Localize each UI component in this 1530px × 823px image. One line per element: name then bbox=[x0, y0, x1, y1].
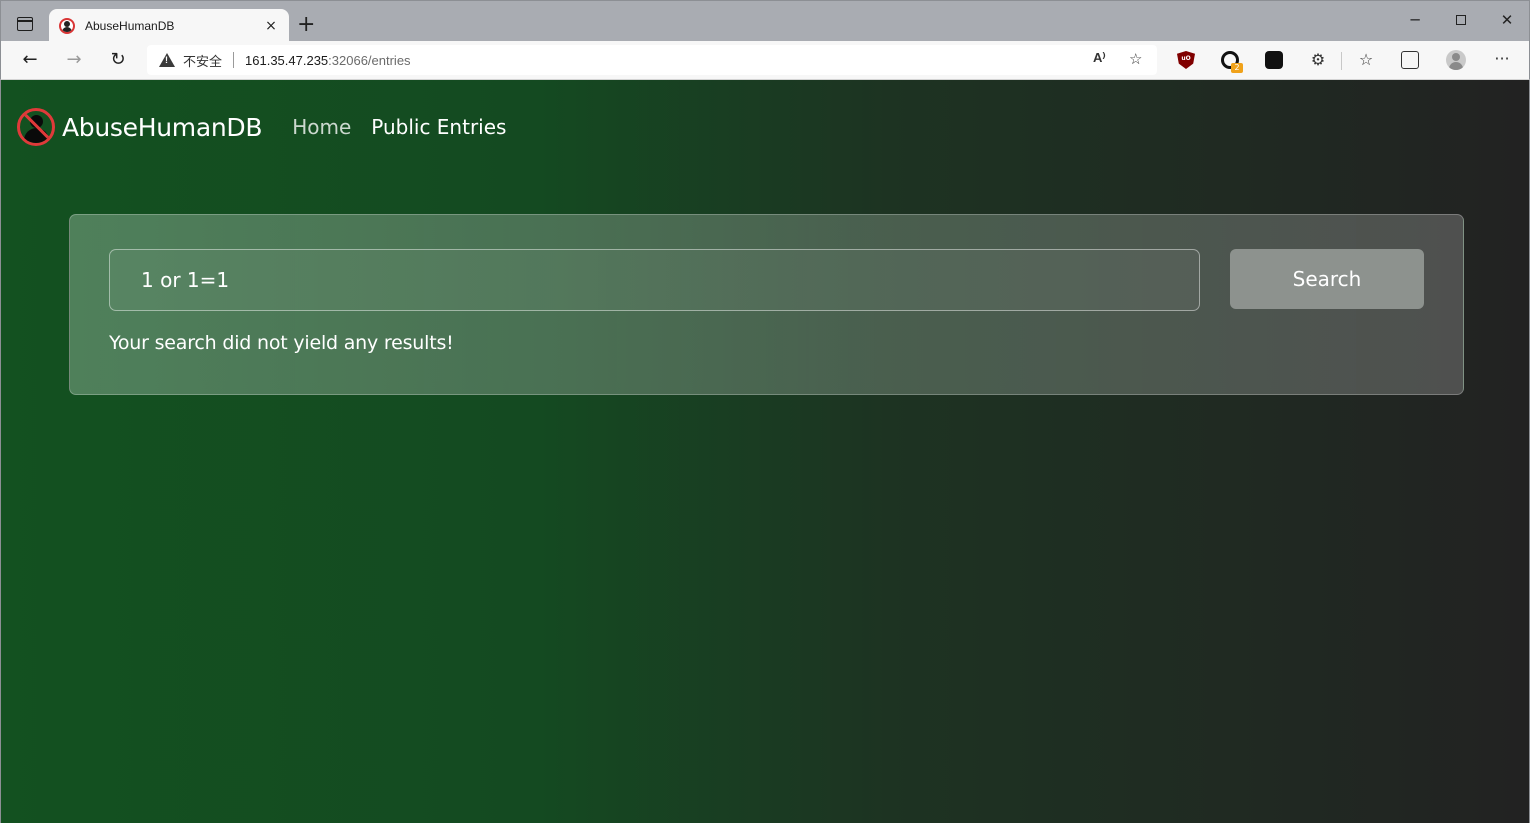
reload-button[interactable]: ↻ bbox=[106, 49, 130, 71]
brand-name[interactable]: AbuseHumanDB bbox=[62, 113, 262, 142]
back-button[interactable]: ← bbox=[18, 49, 42, 71]
warning-icon[interactable] bbox=[159, 53, 175, 67]
toolbar-divider bbox=[1341, 52, 1342, 70]
address-divider bbox=[233, 52, 235, 68]
tab-actions-icon[interactable] bbox=[17, 17, 33, 31]
favorites-icon[interactable]: ☆ bbox=[1357, 51, 1375, 69]
extensions-puzzle-icon[interactable]: ⚙ bbox=[1309, 51, 1327, 69]
nav-link-home[interactable]: Home bbox=[292, 115, 351, 139]
search-button[interactable]: Search bbox=[1230, 249, 1424, 309]
nav-link-public-entries[interactable]: Public Entries bbox=[371, 115, 506, 139]
maximize-icon bbox=[1456, 15, 1466, 25]
collections-icon[interactable] bbox=[1401, 51, 1419, 69]
window-close-button[interactable]: ✕ bbox=[1492, 11, 1522, 29]
site-navbar: AbuseHumanDB Home Public Entries bbox=[17, 108, 506, 146]
search-input[interactable] bbox=[109, 249, 1200, 311]
search-card: Search Your search did not yield any res… bbox=[69, 214, 1464, 395]
url-host[interactable]: 161.35.47.235 bbox=[245, 53, 328, 68]
browser-toolbar: ← → ↻ 不安全 161.35.47.235:32066/entries A⁾… bbox=[0, 41, 1530, 80]
tab-close-icon[interactable]: × bbox=[263, 18, 279, 34]
page-viewport: AbuseHumanDB Home Public Entries Search … bbox=[0, 80, 1530, 823]
url-path[interactable]: :32066/entries bbox=[328, 53, 410, 68]
site-favicon-icon bbox=[59, 17, 75, 34]
tab-title: AbuseHumanDB bbox=[85, 18, 175, 33]
insecure-label[interactable]: 不安全 bbox=[183, 51, 222, 70]
more-menu-icon[interactable]: ··· bbox=[1491, 51, 1513, 69]
profile-avatar[interactable] bbox=[1446, 50, 1466, 70]
browser-tab[interactable]: AbuseHumanDB × bbox=[49, 9, 289, 42]
add-favorite-icon[interactable]: ☆ bbox=[1129, 50, 1142, 68]
extension-glasses-icon[interactable] bbox=[1265, 51, 1283, 69]
browser-titlebar: AbuseHumanDB × + ─ ✕ bbox=[0, 0, 1530, 42]
read-aloud-icon[interactable]: A⁾ bbox=[1093, 50, 1106, 66]
extension-badge: 2 bbox=[1231, 63, 1243, 73]
address-bar[interactable]: 不安全 161.35.47.235:32066/entries A⁾ ☆ bbox=[147, 45, 1157, 75]
new-tab-button[interactable]: + bbox=[297, 14, 315, 36]
brand-logo-icon[interactable] bbox=[17, 108, 55, 146]
search-result-message: Your search did not yield any results! bbox=[109, 332, 454, 354]
forward-button[interactable]: → bbox=[62, 49, 86, 71]
window-maximize-button[interactable] bbox=[1446, 11, 1476, 29]
ublock-extension-icon[interactable]: uO bbox=[1177, 51, 1195, 69]
window-minimize-button[interactable]: ─ bbox=[1400, 11, 1430, 29]
